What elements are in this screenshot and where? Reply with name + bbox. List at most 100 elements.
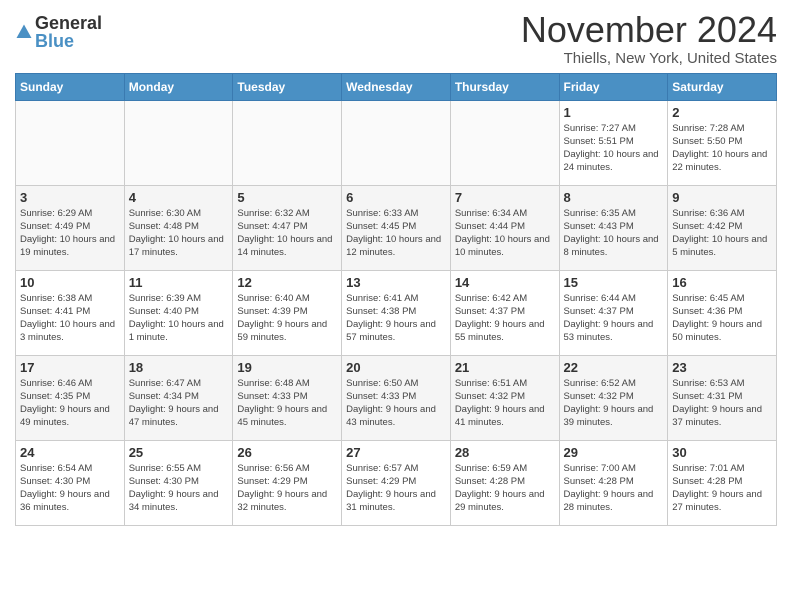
day-info: Sunrise: 6:29 AM Sunset: 4:49 PM Dayligh… — [20, 207, 120, 260]
calendar-cell: 15Sunrise: 6:44 AM Sunset: 4:37 PM Dayli… — [559, 270, 668, 355]
day-info: Sunrise: 6:48 AM Sunset: 4:33 PM Dayligh… — [237, 377, 337, 430]
day-number: 3 — [20, 190, 120, 205]
calendar-cell: 29 Sunrise: 7:00 AM Sunset: 4:28 PM Dayli… — [559, 440, 668, 525]
logo-blue-text: Blue — [35, 32, 102, 50]
day-info: Sunrise: 7:28 AM Sunset: 5:50 PM Dayligh… — [672, 122, 772, 175]
calendar-cell: 16 Sunrise: 6:45 AM Sunset: 4:36 PM Dayli… — [668, 270, 777, 355]
week-row-2: 3 Sunrise: 6:29 AM Sunset: 4:49 PM Daylig… — [16, 185, 777, 270]
day-info: Sunrise: 6:56 AM Sunset: 4:29 PM Dayligh… — [237, 462, 337, 515]
calendar-cell: 4Sunrise: 6:30 AM Sunset: 4:48 PM Daylig… — [124, 185, 233, 270]
day-number: 17 — [20, 360, 120, 375]
day-info: Sunrise: 7:27 AM Sunset: 5:51 PM Dayligh… — [564, 122, 664, 175]
week-row-1: 1 Sunrise: 7:27 AM Sunset: 5:51 PM Daylig… — [16, 100, 777, 185]
day-info: Sunrise: 6:47 AM Sunset: 4:34 PM Dayligh… — [129, 377, 229, 430]
day-number: 9 — [672, 190, 772, 205]
calendar-cell: 30Sunrise: 7:01 AM Sunset: 4:28 PM Dayli… — [668, 440, 777, 525]
day-info: Sunrise: 6:52 AM Sunset: 4:32 PM Dayligh… — [564, 377, 664, 430]
day-info: Sunrise: 6:41 AM Sunset: 4:38 PM Dayligh… — [346, 292, 446, 345]
calendar-cell: 25 Sunrise: 6:55 AM Sunset: 4:30 PM Dayli… — [124, 440, 233, 525]
day-number: 1 — [564, 105, 664, 120]
day-number: 21 — [455, 360, 555, 375]
day-info: Sunrise: 6:33 AM Sunset: 4:45 PM Dayligh… — [346, 207, 446, 260]
calendar-cell — [124, 100, 233, 185]
header-day-monday: Monday — [124, 73, 233, 100]
calendar-body: 1 Sunrise: 7:27 AM Sunset: 5:51 PM Daylig… — [16, 100, 777, 525]
day-info: Sunrise: 6:42 AM Sunset: 4:37 PM Dayligh… — [455, 292, 555, 345]
calendar-cell: 7Sunrise: 6:34 AM Sunset: 4:44 PM Daylig… — [450, 185, 559, 270]
day-number: 15 — [564, 275, 664, 290]
calendar-table: SundayMondayTuesdayWednesdayThursdayFrid… — [15, 73, 777, 526]
calendar-cell: 6 Sunrise: 6:33 AM Sunset: 4:45 PM Daylig… — [342, 185, 451, 270]
day-info: Sunrise: 6:45 AM Sunset: 4:36 PM Dayligh… — [672, 292, 772, 345]
day-number: 29 — [564, 445, 664, 460]
day-number: 11 — [129, 275, 229, 290]
calendar-cell: 10Sunrise: 6:38 AM Sunset: 4:41 PM Dayli… — [16, 270, 125, 355]
calendar-cell: 11 Sunrise: 6:39 AM Sunset: 4:40 PM Dayli… — [124, 270, 233, 355]
day-info: Sunrise: 7:00 AM Sunset: 4:28 PM Dayligh… — [564, 462, 664, 515]
day-number: 4 — [129, 190, 229, 205]
day-info: Sunrise: 6:32 AM Sunset: 4:47 PM Dayligh… — [237, 207, 337, 260]
day-number: 27 — [346, 445, 446, 460]
day-info: Sunrise: 6:57 AM Sunset: 4:29 PM Dayligh… — [346, 462, 446, 515]
day-number: 23 — [672, 360, 772, 375]
day-number: 16 — [672, 275, 772, 290]
page-header: General Blue November 2024 Thiells, New … — [15, 10, 777, 67]
day-number: 22 — [564, 360, 664, 375]
day-number: 2 — [672, 105, 772, 120]
day-number: 24 — [20, 445, 120, 460]
day-info: Sunrise: 6:34 AM Sunset: 4:44 PM Dayligh… — [455, 207, 555, 260]
day-info: Sunrise: 6:40 AM Sunset: 4:39 PM Dayligh… — [237, 292, 337, 345]
day-number: 26 — [237, 445, 337, 460]
header-day-tuesday: Tuesday — [233, 73, 342, 100]
day-number: 18 — [129, 360, 229, 375]
calendar-cell: 23 Sunrise: 6:53 AM Sunset: 4:31 PM Dayli… — [668, 355, 777, 440]
day-number: 14 — [455, 275, 555, 290]
day-info: Sunrise: 6:59 AM Sunset: 4:28 PM Dayligh… — [455, 462, 555, 515]
calendar-cell: 8Sunrise: 6:35 AM Sunset: 4:43 PM Daylig… — [559, 185, 668, 270]
header-day-thursday: Thursday — [450, 73, 559, 100]
calendar-cell: 2 Sunrise: 7:28 AM Sunset: 5:50 PM Daylig… — [668, 100, 777, 185]
logo: General Blue — [15, 10, 102, 50]
month-title: November 2024 — [521, 10, 777, 50]
calendar-cell: 9 Sunrise: 6:36 AM Sunset: 4:42 PM Daylig… — [668, 185, 777, 270]
week-row-3: 10Sunrise: 6:38 AM Sunset: 4:41 PM Dayli… — [16, 270, 777, 355]
day-number: 30 — [672, 445, 772, 460]
calendar-cell: 5 Sunrise: 6:32 AM Sunset: 4:47 PM Daylig… — [233, 185, 342, 270]
calendar-cell: 12 Sunrise: 6:40 AM Sunset: 4:39 PM Dayli… — [233, 270, 342, 355]
day-number: 19 — [237, 360, 337, 375]
calendar-cell: 20 Sunrise: 6:50 AM Sunset: 4:33 PM Dayli… — [342, 355, 451, 440]
day-info: Sunrise: 6:39 AM Sunset: 4:40 PM Dayligh… — [129, 292, 229, 345]
day-number: 28 — [455, 445, 555, 460]
calendar-cell: 28 Sunrise: 6:59 AM Sunset: 4:28 PM Dayli… — [450, 440, 559, 525]
day-number: 20 — [346, 360, 446, 375]
day-info: Sunrise: 6:53 AM Sunset: 4:31 PM Dayligh… — [672, 377, 772, 430]
day-info: Sunrise: 6:55 AM Sunset: 4:30 PM Dayligh… — [129, 462, 229, 515]
calendar-cell: 13 Sunrise: 6:41 AM Sunset: 4:38 PM Dayli… — [342, 270, 451, 355]
header-row: SundayMondayTuesdayWednesdayThursdayFrid… — [16, 73, 777, 100]
calendar-cell: 3 Sunrise: 6:29 AM Sunset: 4:49 PM Daylig… — [16, 185, 125, 270]
header-day-friday: Friday — [559, 73, 668, 100]
logo-general-text: General — [35, 14, 102, 32]
week-row-4: 17 Sunrise: 6:46 AM Sunset: 4:35 PM Dayli… — [16, 355, 777, 440]
day-number: 12 — [237, 275, 337, 290]
day-number: 8 — [564, 190, 664, 205]
day-info: Sunrise: 6:46 AM Sunset: 4:35 PM Dayligh… — [20, 377, 120, 430]
day-number: 6 — [346, 190, 446, 205]
calendar-cell — [342, 100, 451, 185]
calendar-cell: 18 Sunrise: 6:47 AM Sunset: 4:34 PM Dayli… — [124, 355, 233, 440]
calendar-cell: 22 Sunrise: 6:52 AM Sunset: 4:32 PM Dayli… — [559, 355, 668, 440]
day-number: 5 — [237, 190, 337, 205]
day-number: 13 — [346, 275, 446, 290]
calendar-cell: 14 Sunrise: 6:42 AM Sunset: 4:37 PM Dayli… — [450, 270, 559, 355]
day-info: Sunrise: 6:54 AM Sunset: 4:30 PM Dayligh… — [20, 462, 120, 515]
day-info: Sunrise: 6:50 AM Sunset: 4:33 PM Dayligh… — [346, 377, 446, 430]
header-day-wednesday: Wednesday — [342, 73, 451, 100]
day-info: Sunrise: 6:36 AM Sunset: 4:42 PM Dayligh… — [672, 207, 772, 260]
calendar-cell: 1 Sunrise: 7:27 AM Sunset: 5:51 PM Daylig… — [559, 100, 668, 185]
day-number: 25 — [129, 445, 229, 460]
calendar-cell: 19 Sunrise: 6:48 AM Sunset: 4:33 PM Dayli… — [233, 355, 342, 440]
header-day-saturday: Saturday — [668, 73, 777, 100]
calendar-header: SundayMondayTuesdayWednesdayThursdayFrid… — [16, 73, 777, 100]
calendar-cell: 21Sunrise: 6:51 AM Sunset: 4:32 PM Dayli… — [450, 355, 559, 440]
logo-icon — [15, 23, 33, 41]
